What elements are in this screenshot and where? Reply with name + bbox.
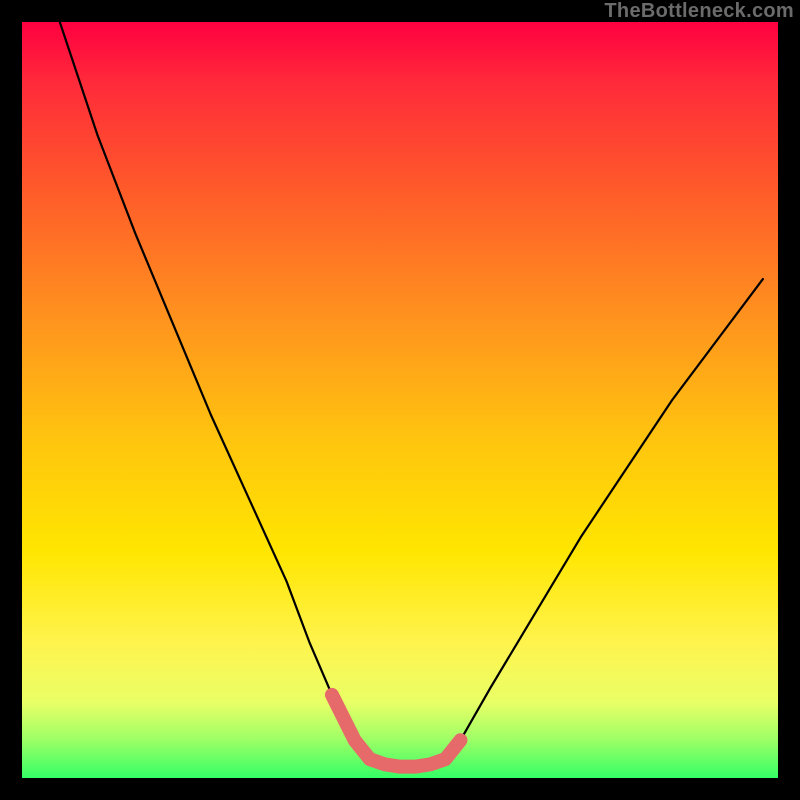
bottleneck-curve xyxy=(60,22,763,767)
watermark: TheBottleneck.com xyxy=(604,0,794,23)
plot-area xyxy=(22,22,778,778)
chart-frame: TheBottleneck.com xyxy=(0,0,800,800)
plot-svg xyxy=(22,22,778,778)
optimal-zone-highlight xyxy=(332,695,461,767)
